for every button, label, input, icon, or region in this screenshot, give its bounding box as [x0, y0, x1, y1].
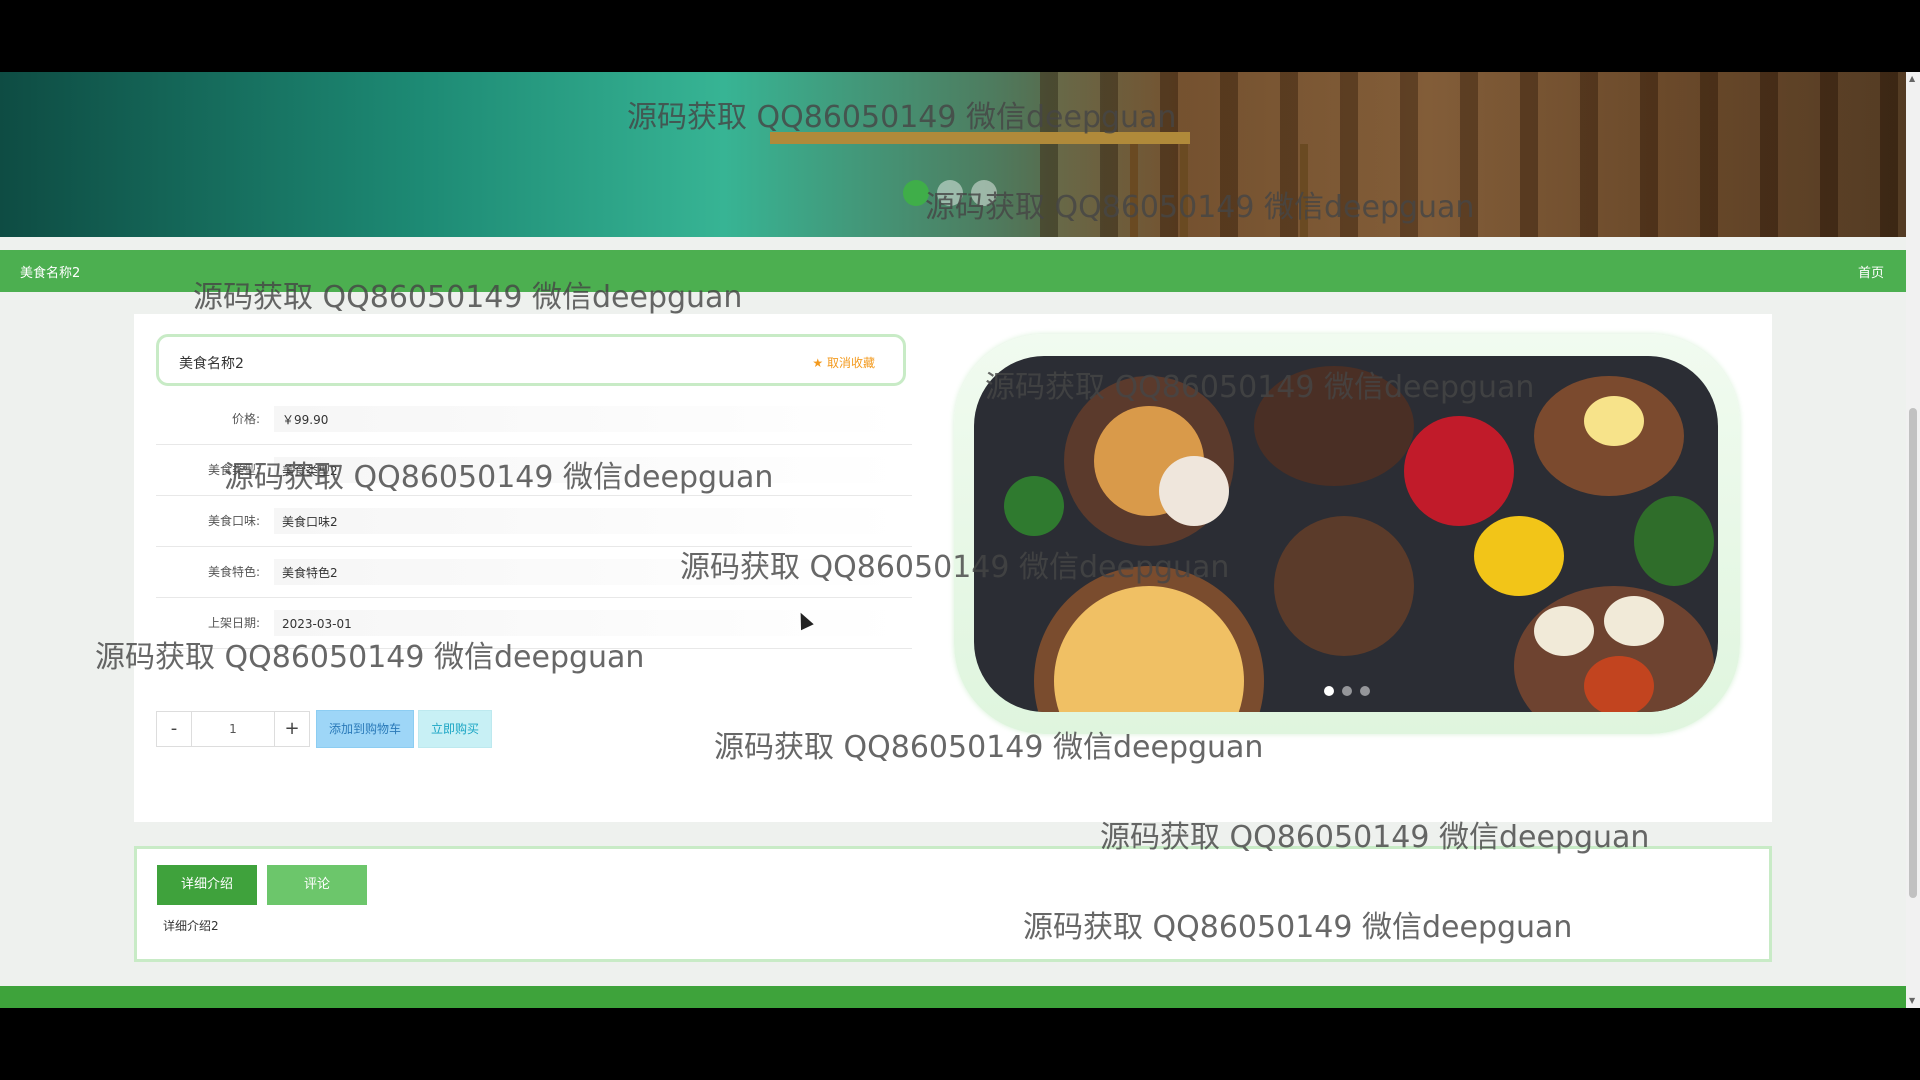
- yellow-pepper: [1474, 516, 1564, 596]
- dumpling: [1534, 606, 1594, 656]
- watermark-text: 源码获取 QQ86050149 微信deepguan: [224, 460, 774, 495]
- tab-comments[interactable]: 评论: [267, 865, 367, 905]
- quantity-input[interactable]: 1: [192, 711, 274, 747]
- scroll-down-icon[interactable]: ▼: [1909, 996, 1915, 1005]
- pomegranate: [1404, 416, 1514, 526]
- decrease-quantity-button[interactable]: -: [156, 711, 192, 747]
- watermark-text: 源码获取 QQ86050149 微信deepguan: [985, 370, 1535, 405]
- watermark-text: 源码获取 QQ86050149 微信deepguan: [193, 280, 743, 315]
- field-value: 美食口味2: [274, 508, 904, 534]
- field-label: 美食特色:: [207, 565, 260, 579]
- field-label: 上架日期:: [207, 616, 260, 630]
- image-dot-1[interactable]: [1324, 686, 1334, 696]
- image-dot-2[interactable]: [1342, 686, 1352, 696]
- footer-bar: [0, 986, 1906, 1008]
- dumpling: [1604, 596, 1664, 646]
- tab-details[interactable]: 详细介绍: [157, 865, 257, 905]
- watermark-text: 源码获取 QQ86050149 微信deepguan: [95, 640, 645, 675]
- field-label: 美食口味:: [207, 514, 260, 528]
- home-link[interactable]: 首页: [1858, 262, 1884, 281]
- watermark-text: 源码获取 QQ86050149 微信deepguan: [680, 550, 1230, 585]
- unfavorite-button[interactable]: ★ 取消收藏: [812, 354, 875, 371]
- field-value: ￥99.90: [274, 406, 904, 432]
- product-image[interactable]: [974, 356, 1718, 712]
- scrollbar-thumb[interactable]: [1909, 408, 1917, 898]
- product-name: 美食名称2: [179, 356, 244, 372]
- field-row-flavor: 美食口味: 美食口味2: [156, 496, 912, 547]
- unfavorite-label: 取消收藏: [826, 356, 875, 370]
- watermark-text: 源码获取 QQ86050149 微信deepguan: [925, 190, 1475, 225]
- page-scrollbar[interactable]: ▲ ▼: [1906, 72, 1920, 1008]
- dish-sauce: [1584, 656, 1654, 712]
- field-row-price: 价格: ￥99.90: [156, 394, 912, 445]
- increase-quantity-button[interactable]: +: [274, 711, 310, 747]
- watermark-text: 源码获取 QQ86050149 微信deepguan: [1023, 910, 1573, 945]
- dish-clay-pot: [1274, 516, 1414, 656]
- scroll-up-icon[interactable]: ▲: [1909, 74, 1915, 83]
- page-title: 美食名称2: [20, 266, 81, 281]
- dish-sauce: [1159, 456, 1229, 526]
- image-dot-3[interactable]: [1360, 686, 1370, 696]
- browser-viewport: 美食名称2 首页 美食名称2 ★ 取消收藏 价格: ￥99.90 美食类型: 美…: [0, 72, 1920, 1008]
- add-to-cart-button[interactable]: 添加到购物车: [316, 710, 415, 748]
- tab-content: 详细介绍2: [163, 919, 219, 933]
- watermark-text: 源码获取 QQ86050149 微信deepguan: [1100, 820, 1650, 855]
- quantity-stepper: - 1 + 添加到购物车 立即购买: [156, 710, 493, 748]
- product-name-box: 美食名称2 ★ 取消收藏: [156, 334, 906, 386]
- star-icon: ★: [812, 356, 824, 370]
- image-carousel-dots: [1324, 686, 1370, 696]
- watermark-text: 源码获取 QQ86050149 微信deepguan: [627, 100, 1177, 135]
- herbs: [1004, 476, 1064, 536]
- herbs: [1634, 496, 1714, 586]
- buy-now-button[interactable]: 立即购买: [418, 710, 493, 748]
- dish-egg: [1584, 396, 1644, 446]
- field-label: 价格:: [231, 412, 260, 426]
- watermark-text: 源码获取 QQ86050149 微信deepguan: [714, 730, 1264, 765]
